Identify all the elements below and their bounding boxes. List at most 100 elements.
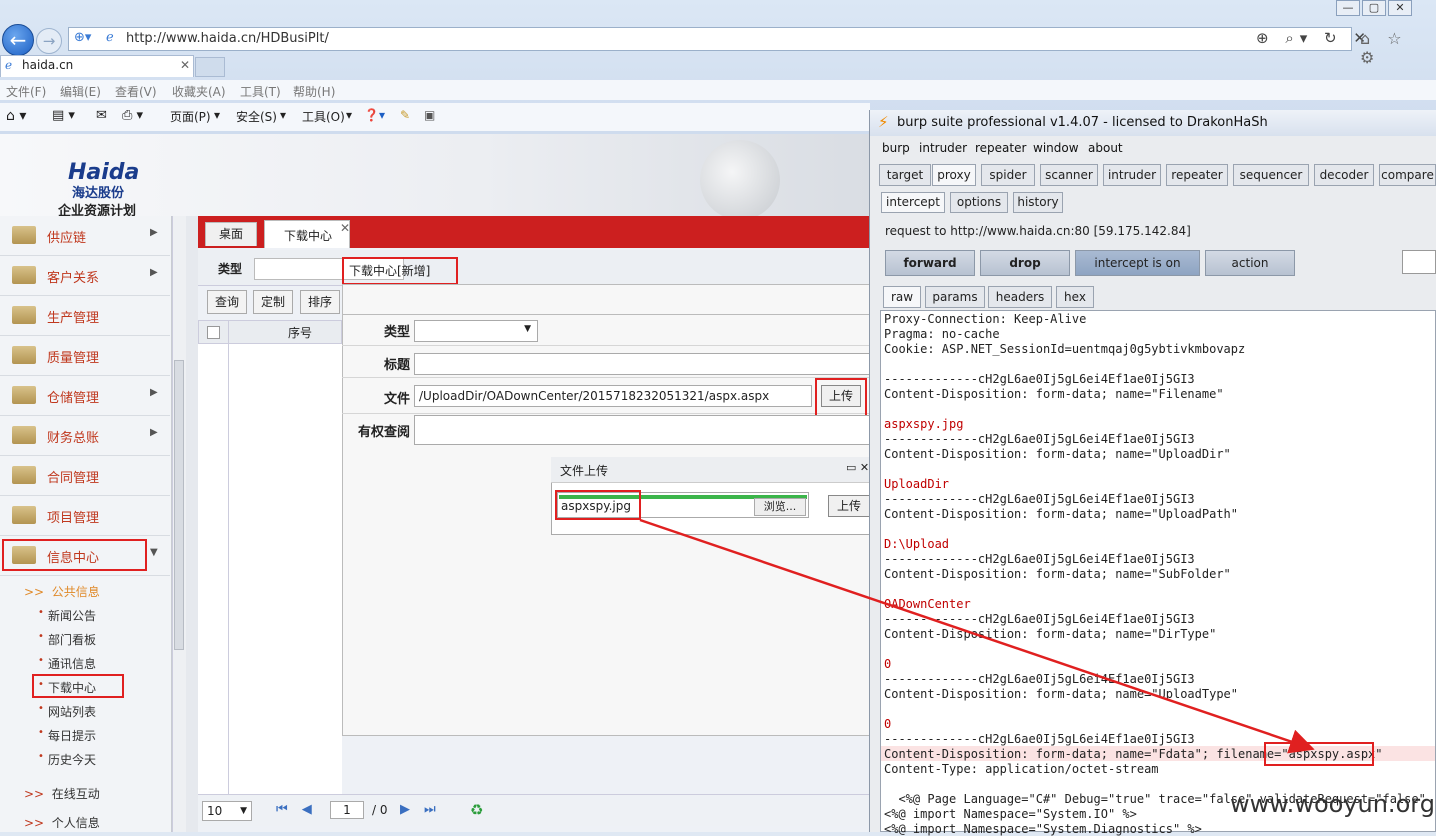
home-fav-settings-icons[interactable]: ⌂ ☆ ⚙	[1360, 29, 1436, 67]
burp-tab[interactable]: target	[879, 164, 931, 186]
sidebar-subitem[interactable]: 历史今天	[48, 751, 96, 768]
tab-close-icon[interactable]: ✕	[340, 221, 350, 235]
drop-button[interactable]: drop	[980, 250, 1070, 276]
burp-view-tab[interactable]: headers	[988, 286, 1052, 308]
request-line: 0	[884, 657, 892, 671]
menu-favorites[interactable]: 收藏夹(A)	[172, 83, 226, 100]
burp-subtab[interactable]: options	[950, 192, 1008, 213]
sidebar-subitem[interactable]: 新闻公告	[48, 607, 96, 624]
page-number-input[interactable]: 1	[330, 801, 364, 819]
help-icon[interactable]: ❓▾	[364, 108, 385, 122]
url-text[interactable]: http://www.haida.cn/HDBusiPlt/	[126, 31, 329, 46]
menu-help[interactable]: 帮助(H)	[293, 83, 335, 100]
translate-icon[interactable]: ▣	[424, 108, 435, 122]
burp-tab[interactable]: intruder	[1103, 164, 1161, 186]
pager-next-last-icons[interactable]: ▶⏭	[400, 802, 450, 817]
browse-button[interactable]: 浏览...	[754, 498, 806, 516]
sidebar-item[interactable]: 供应链 ▶	[0, 216, 170, 256]
sidebar-item[interactable]: 合同管理	[0, 456, 170, 496]
grid-header-index: 序号	[288, 326, 313, 340]
close-icon[interactable]: ✕	[1388, 0, 1412, 16]
menu-file[interactable]: 文件(F)	[6, 83, 46, 100]
forward-button[interactable]: →	[36, 28, 62, 54]
menu-tools[interactable]: 工具(T)	[240, 83, 281, 100]
pager-first-prev-icons[interactable]: ⏮◀	[276, 802, 326, 817]
bullet-icon: •	[38, 703, 44, 714]
sort-button[interactable]: 排序	[300, 290, 340, 314]
globe-network-graphic	[700, 140, 780, 220]
sidebar-scroll-thumb[interactable]	[174, 360, 184, 650]
page-size-select[interactable]: 10 ▼	[202, 801, 252, 821]
burp-view-tab[interactable]: hex	[1056, 286, 1094, 308]
form-permission-input[interactable]	[414, 415, 870, 445]
cmd-tools[interactable]: 工具(O)	[302, 108, 345, 125]
ie-page-icon: ⊕▾	[74, 30, 92, 45]
intercept-toggle[interactable]: intercept is on	[1075, 250, 1200, 276]
popup-upload-button[interactable]: 上传	[828, 495, 870, 517]
sidebar-subitem[interactable]: 每日提示	[48, 727, 96, 744]
maximize-icon[interactable]: ▢	[1362, 0, 1386, 16]
burp-menu-item[interactable]: about	[1088, 141, 1123, 155]
sidebar-subitem[interactable]: 通讯信息	[48, 655, 96, 672]
chevron-icon: ▶	[150, 227, 158, 238]
burp-tab[interactable]: proxy	[932, 164, 976, 186]
form-title-input[interactable]	[414, 353, 870, 375]
select-all-checkbox[interactable]	[207, 326, 220, 339]
burp-view-tab[interactable]: params	[925, 286, 985, 308]
sidebar-subitem[interactable]: 网站列表	[48, 703, 96, 720]
cmd-page[interactable]: 页面(P)	[170, 108, 211, 125]
sidebar-item[interactable]: 财务总账 ▶	[0, 416, 170, 456]
action-button[interactable]: action	[1205, 250, 1295, 276]
tab-desktop[interactable]: 桌面	[205, 222, 257, 246]
burp-tab[interactable]: sequencer	[1233, 164, 1309, 186]
back-button[interactable]: ←	[2, 24, 34, 56]
burp-subtab[interactable]: history	[1013, 192, 1063, 213]
sidebar-personal-info[interactable]: >> 个人信息	[24, 814, 100, 831]
request-target: request to http://www.haida.cn:80 [59.17…	[885, 224, 1191, 238]
form-type-select[interactable]: ▼	[414, 320, 538, 342]
form-file-input[interactable]: /UploadDir/OADownCenter/2015718232051321…	[414, 385, 812, 407]
burp-search-field[interactable]	[1402, 250, 1436, 274]
burp-view-tab[interactable]: raw	[883, 286, 921, 308]
forward-button[interactable]: forward	[885, 250, 975, 276]
burp-tab[interactable]: repeater	[1166, 164, 1228, 186]
bullet-icon: •	[38, 607, 44, 618]
print-icon[interactable]: ⎙ ▾	[122, 108, 143, 123]
sidebar-item[interactable]: 客户关系 ▶	[0, 256, 170, 296]
sidebar-item[interactable]: 质量管理	[0, 336, 170, 376]
form-upload-button[interactable]: 上传	[821, 385, 861, 407]
panel-splitter[interactable]	[186, 216, 198, 832]
burp-subtab[interactable]: intercept	[881, 192, 945, 213]
sidebar-item[interactable]: 仓储管理 ▶	[0, 376, 170, 416]
menu-view[interactable]: 查看(V)	[115, 83, 157, 100]
feeds-icon[interactable]: ▤ ▾	[52, 108, 75, 123]
minimize-icon[interactable]: —	[1336, 0, 1360, 16]
sidebar-online-interaction[interactable]: >> 在线互动	[24, 785, 100, 802]
popup-minimize-icon[interactable]: ▭ ✕	[846, 461, 869, 474]
mail-icon[interactable]: ✉	[96, 108, 107, 123]
tab-close-icon[interactable]: ✕	[180, 58, 190, 72]
sidebar-subitem[interactable]: 部门看板	[48, 631, 96, 648]
cmd-safety[interactable]: 安全(S)	[236, 108, 277, 125]
bullet-icon: •	[38, 655, 44, 666]
home-icon[interactable]: ⌂ ▾	[6, 108, 26, 124]
burp-tab[interactable]: decoder	[1314, 164, 1374, 186]
burp-tab[interactable]: compare	[1379, 164, 1436, 186]
burp-menu-item[interactable]: window	[1033, 141, 1079, 155]
refresh-icon[interactable]: ♻	[470, 801, 483, 819]
burp-tab[interactable]: scanner	[1040, 164, 1098, 186]
burp-tab[interactable]: spider	[981, 164, 1035, 186]
sub-group-public-info[interactable]: >> 公共信息	[24, 583, 100, 600]
research-icon[interactable]: ✎	[400, 108, 410, 122]
sidebar-item[interactable]: 项目管理	[0, 496, 170, 536]
burp-menu-item[interactable]: repeater	[975, 141, 1026, 155]
request-line: Pragma: no-cache	[884, 327, 1000, 341]
burp-menu-item[interactable]: burp	[882, 141, 910, 155]
sidebar-item[interactable]: 生产管理	[0, 296, 170, 336]
menu-edit[interactable]: 编辑(E)	[60, 83, 101, 100]
query-button[interactable]: 查询	[207, 290, 247, 314]
new-tab-button[interactable]	[195, 57, 225, 77]
burp-menu-item[interactable]: intruder	[919, 141, 967, 155]
search-refresh-stop-icons[interactable]: ⊕ ⌕▾ ↻ ✕	[1256, 29, 1372, 47]
customize-button[interactable]: 定制	[253, 290, 293, 314]
